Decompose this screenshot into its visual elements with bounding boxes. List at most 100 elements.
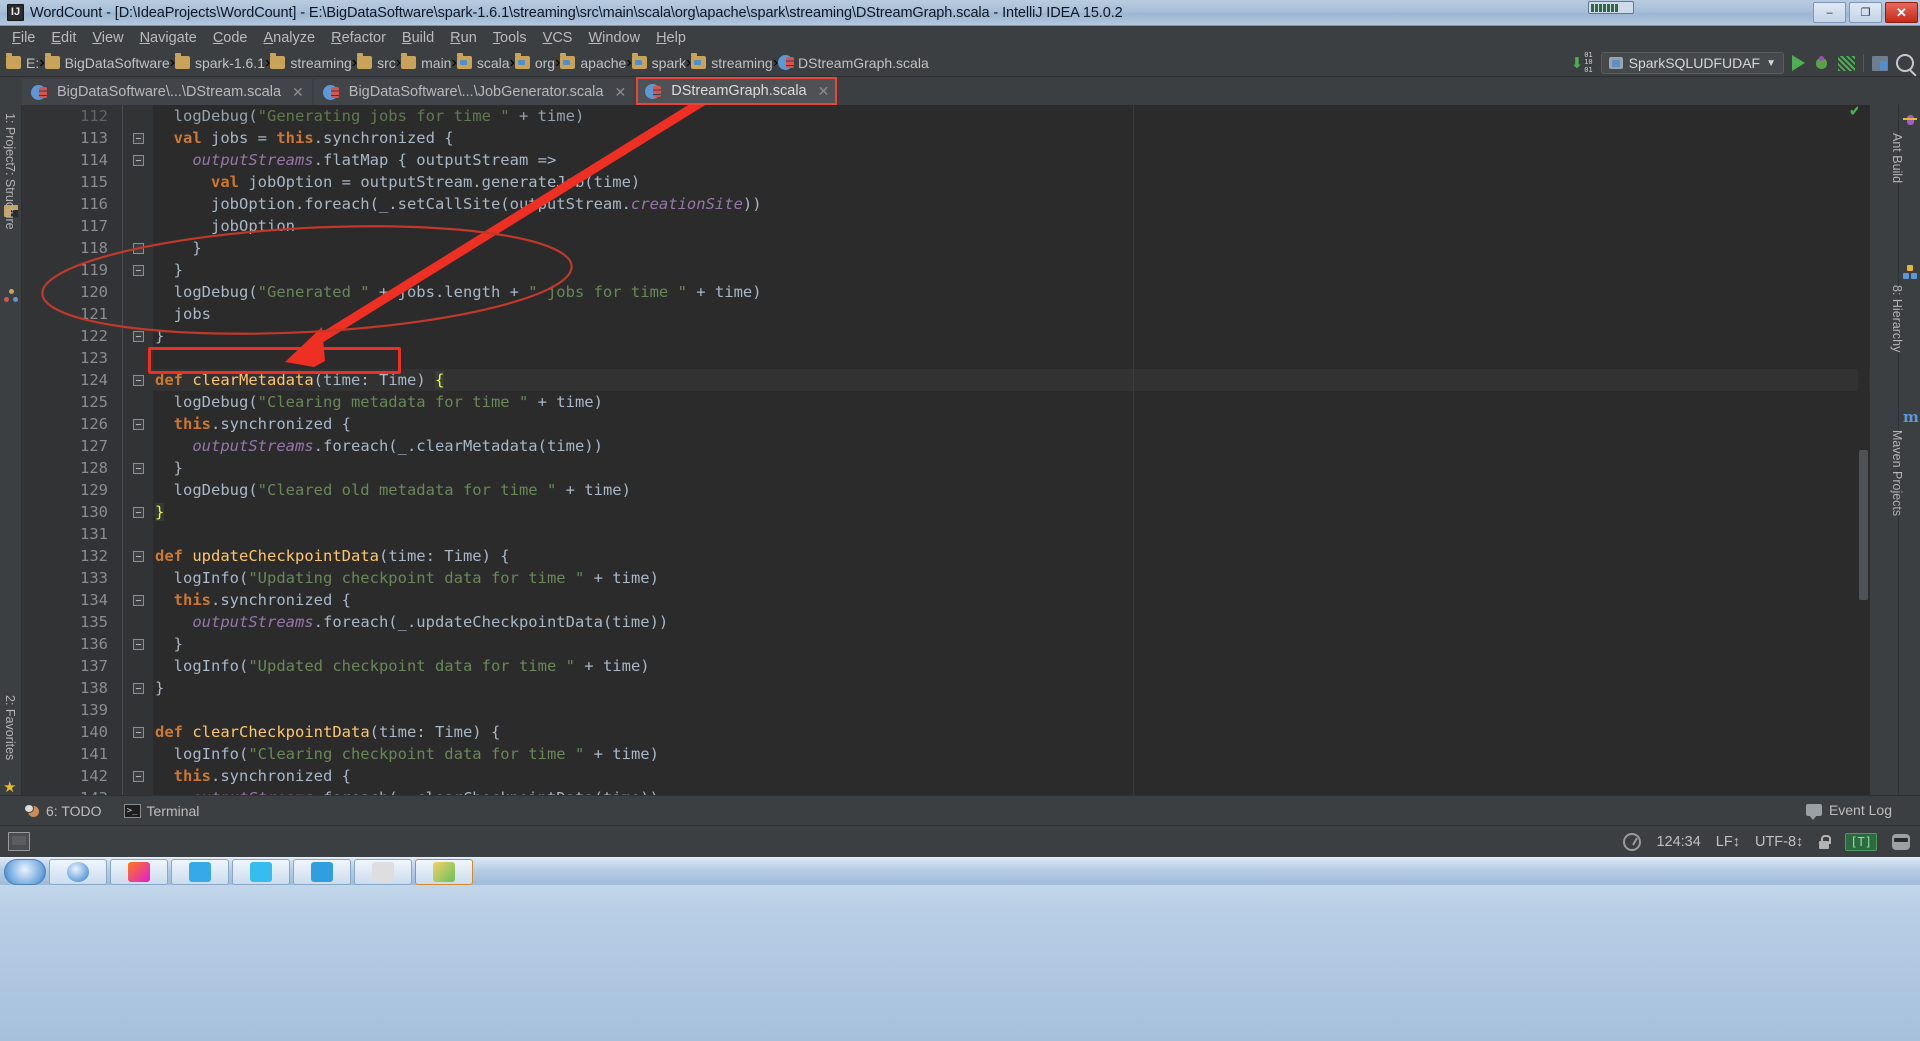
sidebar-item-project[interactable]: 1: Project xyxy=(3,113,17,166)
status-bar-right: 124:34 LF↕ UTF-8↕ [T] xyxy=(1623,826,1910,858)
tab-label: DStreamGraph.scala xyxy=(671,83,807,99)
minimize-button[interactable]: – xyxy=(1813,2,1846,23)
breadcrumb-item-streaming[interactable]: streaming xyxy=(270,53,352,71)
app2-icon xyxy=(250,861,272,882)
editor-tab-jobgenerator[interactable]: BigDataSoftware\...\JobGenerator.scala ✕ xyxy=(313,79,635,105)
taskbar-item-app4[interactable] xyxy=(354,858,412,885)
menu-help[interactable]: Help xyxy=(648,28,694,48)
menu-code[interactable]: Code xyxy=(205,28,256,48)
star-icon[interactable]: ★ xyxy=(3,780,16,795)
breadcrumb-item-src[interactable]: src xyxy=(357,53,396,71)
breadcrumb-item-apache[interactable]: apache xyxy=(560,53,626,71)
search-icon[interactable] xyxy=(1896,54,1914,72)
menu-window[interactable]: Window xyxy=(580,28,648,48)
breadcrumb-label: spark xyxy=(651,54,686,71)
taskbar-item-browser[interactable] xyxy=(49,858,107,885)
sidebar-item-favorites[interactable]: 2: Favorites xyxy=(3,695,17,760)
breadcrumb-item-streaming[interactable]: streaming xyxy=(691,53,773,71)
start-button[interactable] xyxy=(4,858,46,885)
breadcrumb-label: src xyxy=(377,54,396,71)
tab-close-icon[interactable]: ✕ xyxy=(614,84,626,101)
sidebar-item-ant-build[interactable]: Ant Build xyxy=(1890,133,1904,183)
maximize-button[interactable]: ❐ xyxy=(1849,2,1882,23)
breadcrumb-item-dstreamgraphscala[interactable]: DStreamGraph.scala xyxy=(778,55,929,71)
terminal-icon: >_ xyxy=(123,803,141,818)
taskbar-item-app3[interactable] xyxy=(293,858,351,885)
source-folder-icon xyxy=(456,53,472,69)
taskbar-item-app1[interactable] xyxy=(171,858,229,885)
right-tool-window-strip: Ant Build 8: Hierarchy m Maven Projects xyxy=(1890,105,1920,795)
menu-edit[interactable]: Edit xyxy=(43,28,84,48)
caret-position[interactable]: 124:34 xyxy=(1656,834,1700,850)
face-icon[interactable] xyxy=(1892,834,1910,850)
menu-analyze[interactable]: Analyze xyxy=(256,28,324,48)
breadcrumb-item-main[interactable]: main xyxy=(401,53,452,71)
scala-file-icon xyxy=(322,84,339,100)
structure-icon[interactable] xyxy=(4,289,18,302)
tab-label: BigDataSoftware\...\DStream.scala xyxy=(57,84,282,100)
run-icon[interactable] xyxy=(1792,55,1805,71)
breadcrumb-item-e[interactable]: E: xyxy=(6,53,40,71)
sidebar-item-maven[interactable]: Maven Projects xyxy=(1890,430,1904,516)
tab-label: BigDataSoftware\...\JobGenerator.scala xyxy=(348,84,604,100)
toolbar-right: ⬇ 01 10 01 SparkSQLUDFUDAF ▼ xyxy=(1571,49,1914,77)
meter-icon[interactable] xyxy=(1623,833,1642,851)
coverage-icon[interactable] xyxy=(1838,55,1855,71)
menu-vcs[interactable]: VCS xyxy=(535,28,581,48)
bottom-tool-terminal[interactable]: >_ Terminal xyxy=(123,803,199,819)
bottom-tool-todo[interactable]: 6: TODO xyxy=(24,803,102,819)
todo-label: 6: TODO xyxy=(46,802,102,819)
taskbar-item-app2[interactable] xyxy=(232,858,290,885)
breadcrumb-item-org[interactable]: org xyxy=(514,53,555,71)
event-log-button[interactable]: Event Log xyxy=(1805,795,1892,825)
sidebar-item-structure[interactable]: 7: Structure xyxy=(3,165,17,230)
battery-indicator xyxy=(1588,1,1634,14)
menu-refactor[interactable]: Refactor xyxy=(323,28,394,48)
browser-icon xyxy=(67,861,89,882)
line-separator[interactable]: LF↕ xyxy=(1716,834,1740,850)
breadcrumb-label: main xyxy=(421,54,452,71)
ant-icon[interactable] xyxy=(1903,113,1917,127)
code-editor[interactable]: 112 113 114 115 116 117 118 119 120 121 122 123 124 1… xyxy=(22,105,1870,795)
tab-close-icon[interactable]: ✕ xyxy=(818,83,830,100)
menu-run[interactable]: Run xyxy=(442,28,485,48)
file-encoding[interactable]: UTF-8↕ xyxy=(1755,834,1803,850)
folder-icon xyxy=(44,53,60,69)
bottom-tool-strip: 6: TODO >_ Terminal xyxy=(0,795,1920,825)
breadcrumb-item-spark[interactable]: spark xyxy=(631,53,686,71)
annotation-layer xyxy=(41,105,706,367)
editor-tab-dstream[interactable]: BigDataSoftware\...\DStream.scala ✕ xyxy=(22,79,312,105)
tab-close-icon[interactable]: ✕ xyxy=(292,84,304,101)
folder-icon xyxy=(357,53,373,69)
toggle-tool-windows-button[interactable] xyxy=(8,832,30,851)
editor-tab-dstreamgraph[interactable]: DStreamGraph.scala ✕ xyxy=(636,77,838,105)
menu-view[interactable]: View xyxy=(84,28,131,48)
menu-file[interactable]: File xyxy=(4,28,43,48)
update-project-icon[interactable]: ⬇ 01 10 01 xyxy=(1571,51,1593,74)
menu-build[interactable]: Build xyxy=(394,28,442,48)
debug-icon[interactable] xyxy=(1813,55,1830,71)
idea-icon xyxy=(433,861,455,882)
taskbar-item-media[interactable] xyxy=(110,858,168,885)
menu-navigate[interactable]: Navigate xyxy=(132,28,205,48)
close-button[interactable]: ✕ xyxy=(1885,2,1918,23)
maven-icon[interactable]: m xyxy=(1903,410,1919,425)
hierarchy-icon[interactable] xyxy=(1903,265,1917,279)
status-badge[interactable]: [T] xyxy=(1845,833,1877,851)
breadcrumb-label: E: xyxy=(26,54,40,71)
editor-tab-bar: BigDataSoftware\...\DStream.scala ✕ BigD… xyxy=(22,77,1872,105)
sidebar-item-hierarchy[interactable]: 8: Hierarchy xyxy=(1890,285,1904,352)
menu-tools[interactable]: Tools xyxy=(485,28,535,48)
navigation-bar: E: › BigDataSoftware › spark-1.6.1 › streaming… xyxy=(0,49,1920,77)
todo-icon xyxy=(24,803,40,818)
taskbar-item-idea[interactable] xyxy=(415,858,473,885)
lock-icon[interactable] xyxy=(1818,835,1832,849)
stack-icon[interactable] xyxy=(1872,55,1888,71)
breadcrumb-item-scala[interactable]: scala xyxy=(456,53,510,71)
breadcrumb-item-bigdatasoftware[interactable]: BigDataSoftware xyxy=(44,53,170,71)
windows-taskbar xyxy=(0,857,1920,1041)
maven-label: Maven Projects xyxy=(1890,430,1904,517)
breadcrumb-item-spark161[interactable]: spark-1.6.1 xyxy=(174,53,265,71)
chevron-down-icon: ▼ xyxy=(1766,57,1776,69)
run-configuration-selector[interactable]: SparkSQLUDFUDAF ▼ xyxy=(1600,52,1784,74)
